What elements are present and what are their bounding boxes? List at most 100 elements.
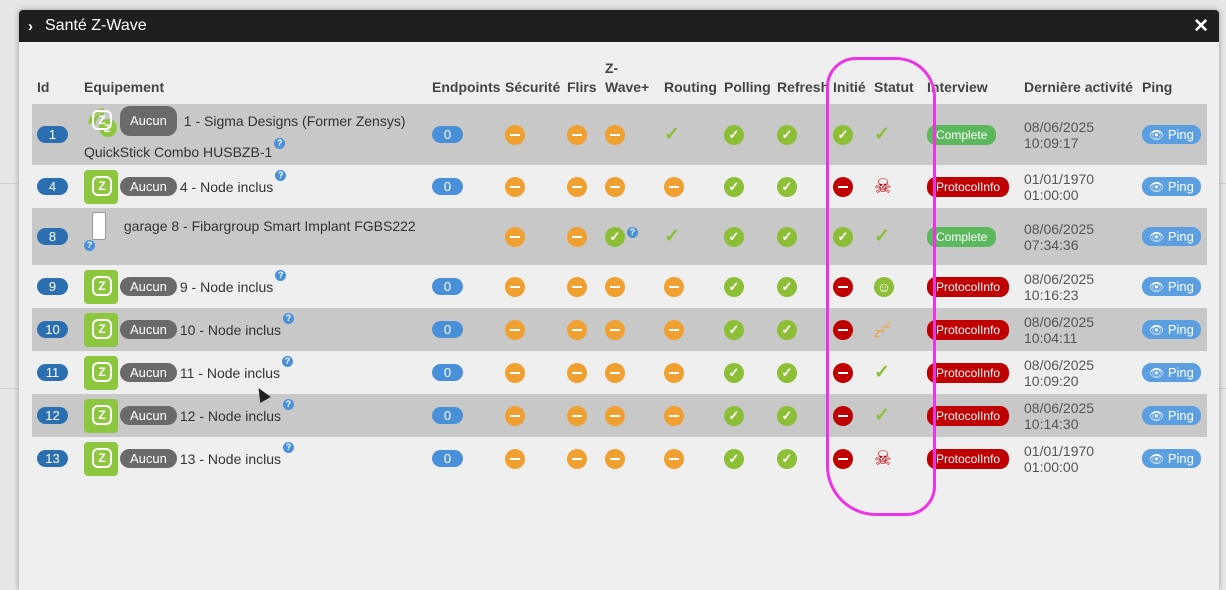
node-id-badge[interactable]: 12 [37, 407, 68, 425]
refresh-ok-icon: ✓ [777, 176, 797, 197]
col-interview[interactable]: Interview [922, 59, 1019, 104]
node-id-badge[interactable]: 8 [37, 228, 68, 246]
help-icon[interactable]: ? [283, 441, 295, 453]
interview-badge: ProtocolInfo [927, 276, 1010, 297]
zwave-node-icon [84, 312, 118, 347]
initie-no-icon [833, 405, 853, 426]
help-icon[interactable]: ? [627, 226, 638, 238]
device-name[interactable]: 10 - Node inclus [180, 322, 281, 338]
last-activity-time: 07:34:36 [1024, 236, 1079, 253]
node-id-badge[interactable]: 11 [37, 364, 68, 382]
node-id-badge[interactable]: 10 [37, 321, 68, 339]
col-derniere-activite[interactable]: Dernière activité [1019, 59, 1137, 104]
ping-label: Ping [1167, 127, 1194, 143]
help-icon[interactable]: ? [84, 239, 95, 251]
status-check-icon: ✓ [874, 124, 890, 146]
security-no-icon [505, 362, 525, 383]
initie-no-icon [833, 276, 853, 297]
refresh-ok-icon: ✓ [777, 319, 797, 340]
col-ping[interactable]: Ping [1137, 59, 1207, 104]
flirs-no-icon [567, 276, 587, 297]
col-zwaveplus[interactable]: Z-Wave+ [600, 59, 659, 104]
initie-no-icon [833, 176, 853, 197]
eye-icon: 👁 [1149, 452, 1165, 467]
polling-ok-icon: ✓ [724, 362, 744, 383]
initie-no-icon [833, 319, 853, 340]
ping-button[interactable]: 👁 Ping [1142, 177, 1201, 197]
device-image-icon [92, 211, 106, 240]
flirs-no-icon [567, 124, 587, 145]
col-flirs[interactable]: Flirs [562, 59, 600, 104]
col-refresh[interactable]: Refresh [772, 59, 829, 104]
zwave-node-icon [84, 169, 118, 204]
help-icon[interactable]: ? [275, 269, 287, 281]
polling-ok-icon: ✓ [724, 176, 744, 197]
ping-button[interactable]: 👁 Ping [1142, 125, 1201, 145]
col-endpoints[interactable]: Endpoints [427, 59, 500, 104]
room-badge: Aucun [120, 363, 177, 383]
col-equipement[interactable]: Equipement [79, 59, 427, 104]
device-name[interactable]: 13 - Node inclus [180, 451, 281, 467]
table-row: 13 Aucun13 - Node inclus? 0 ✓ ✓ ☠ Protoc… [32, 437, 1207, 481]
help-icon[interactable]: ? [283, 398, 295, 410]
flirs-no-icon [567, 226, 587, 247]
refresh-ok-icon: ✓ [777, 362, 797, 383]
last-activity-time: 10:04:11 [1024, 329, 1078, 346]
zwaveplus-no-icon [605, 319, 625, 340]
ping-button[interactable]: 👁 Ping [1142, 320, 1201, 340]
node-id-badge[interactable]: 9 [37, 278, 68, 296]
ping-label: Ping [1167, 279, 1194, 295]
routing-no-icon [664, 176, 684, 197]
ping-button[interactable]: 👁 Ping [1142, 363, 1201, 383]
sleeping-zzz-icon: zzz [874, 319, 891, 341]
last-activity-date: 08/06/2025 [1024, 313, 1095, 330]
help-icon[interactable]: ? [282, 355, 294, 367]
help-icon[interactable]: ? [283, 312, 295, 324]
help-icon[interactable]: ? [274, 138, 286, 149]
modal-titlebar: › Santé Z-Wave ✕ [19, 10, 1219, 42]
ping-button[interactable]: 👁 Ping [1142, 227, 1201, 247]
room-badge: Aucun [120, 320, 177, 340]
zwaveplus-no-icon [605, 405, 625, 426]
node-id-badge[interactable]: 4 [37, 178, 68, 196]
security-no-icon [505, 319, 525, 340]
ping-label: Ping [1167, 179, 1194, 195]
security-no-icon [505, 276, 525, 297]
flirs-no-icon [567, 176, 587, 197]
ping-button[interactable]: 👁 Ping [1142, 277, 1201, 297]
security-no-icon [505, 405, 525, 426]
device-name[interactable]: 9 - Node inclus [180, 279, 273, 295]
polling-ok-icon: ✓ [724, 448, 744, 469]
col-statut[interactable]: Statut [869, 59, 922, 104]
routing-no-icon [664, 362, 684, 383]
device-name[interactable]: 11 - Node inclus [180, 365, 280, 381]
table-row: 1 ZAucun 1 - Sigma Designs (Former Zensy… [32, 104, 1207, 166]
ping-button[interactable]: 👁 Ping [1142, 406, 1201, 426]
routing-no-icon [664, 448, 684, 469]
node-id-badge[interactable]: 1 [37, 126, 68, 144]
ping-button[interactable]: 👁 Ping [1142, 449, 1201, 469]
close-icon[interactable]: ✕ [1193, 15, 1209, 38]
routing-no-icon [664, 319, 684, 340]
node-id-badge[interactable]: 13 [37, 450, 68, 468]
col-routing[interactable]: Routing [659, 59, 719, 104]
zwaveplus-ok-icon: ✓ [605, 226, 625, 247]
device-name[interactable]: 12 - Node inclus [180, 408, 281, 424]
device-name[interactable]: garage 8 - Fibargroup Smart Implant FGBS… [124, 218, 416, 234]
modal-title: Santé Z-Wave [45, 17, 147, 34]
security-no-icon [505, 226, 525, 247]
col-initie[interactable]: Initié [828, 59, 869, 104]
awake-smile-icon: ☺ [874, 276, 894, 297]
room-badge: Aucun [120, 406, 177, 426]
ping-label: Ping [1167, 408, 1194, 424]
last-activity-time: 10:09:17 [1024, 134, 1079, 151]
col-id[interactable]: Id [32, 59, 79, 104]
col-securite[interactable]: Sécurité [500, 59, 562, 104]
endpoints-badge: 0 [432, 407, 463, 425]
last-activity-date: 08/06/2025 [1024, 220, 1095, 237]
routing-check-icon: ✓ [664, 124, 680, 146]
col-polling[interactable]: Polling [719, 59, 772, 104]
chevron-right-icon: › [28, 17, 33, 35]
device-name[interactable]: 4 - Node inclus [180, 179, 273, 195]
help-icon[interactable]: ? [275, 169, 287, 181]
